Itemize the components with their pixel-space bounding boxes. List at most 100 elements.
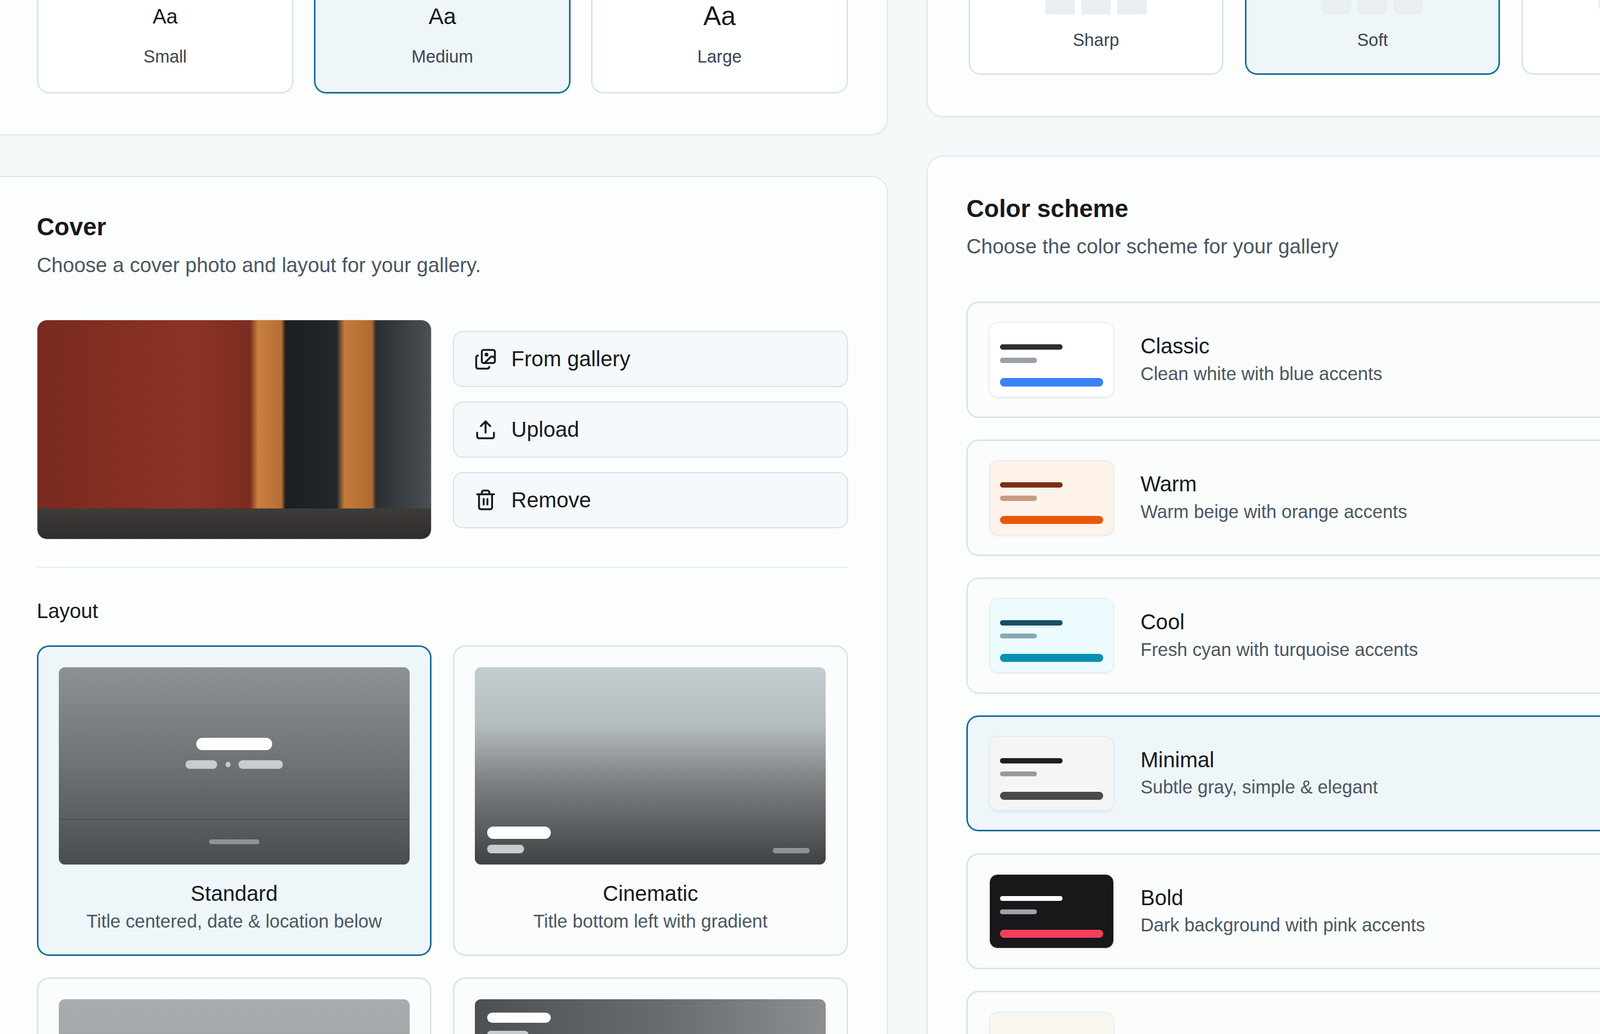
font-size-option[interactable]: Aa Medium: [313, 0, 571, 94]
scheme-description: Fresh cyan with turquoise accents: [1140, 637, 1419, 663]
scheme-name: Bold: [1140, 885, 1426, 912]
card-title: Cover: [36, 211, 849, 243]
layout-description: Title bottom left with gradient: [533, 909, 768, 935]
divider: [36, 566, 849, 568]
layout-title: Cinematic: [602, 880, 698, 908]
scheme-text: MinimalSubtle gray, simple & elegant: [1140, 747, 1379, 800]
swatch-accent-bar: [1000, 929, 1104, 938]
preview-meta-bar: [487, 844, 525, 853]
gallery-icon: [474, 348, 497, 371]
preview-meta-bar: [487, 1031, 528, 1034]
cover-action-button[interactable]: From gallery: [452, 331, 848, 388]
layout-option[interactable]: CinematicTitle bottom left with gradient: [452, 645, 848, 956]
font-size-option[interactable]: AaLarge: [590, 0, 848, 94]
layout-title: Standard: [190, 880, 279, 908]
scheme-name: Minimal: [1140, 747, 1379, 774]
swatch-text-line: [1000, 633, 1037, 640]
preview-date-bar: [185, 760, 218, 769]
scheme-swatch: [989, 460, 1114, 535]
color-scheme-card: Color scheme Choose the color scheme for …: [926, 155, 1600, 1034]
corner-style-option[interactable]: Sharp: [968, 0, 1224, 75]
scheme-swatch: [989, 322, 1114, 397]
preview-title-bar: [196, 737, 272, 751]
color-scheme-option[interactable]: WarmWarm beige with orange accents: [966, 439, 1600, 557]
cover-card: Cover Choose a cover photo and layout for…: [0, 175, 888, 1034]
scheme-swatch: [989, 736, 1114, 811]
scheme-description: Warm beige with orange accents: [1140, 500, 1408, 525]
color-scheme-list: ClassicClean white with blue accents Warm…: [966, 301, 1600, 1034]
option-label: Large: [697, 44, 742, 70]
scheme-description: Clean white with blue accents: [1140, 362, 1383, 387]
corner-preview-icon: [1321, 0, 1423, 15]
swatch-accent-bar: [1000, 654, 1104, 663]
layout-preview: [58, 667, 410, 865]
cover-photo: [36, 319, 432, 540]
font-sample: Aa: [428, 0, 456, 31]
card-title: Color scheme: [966, 193, 1600, 225]
layout-options: StandardTitle centered, date & location …: [36, 645, 849, 1034]
swatch-heading-line: [1000, 758, 1063, 764]
preview-footer-bar: [772, 848, 810, 854]
scheme-description: Dark background with pink accents: [1140, 913, 1426, 938]
swatch-text-line: [1000, 909, 1037, 915]
option-label: Sharp: [1072, 28, 1120, 53]
swatch-text-line: [1000, 357, 1037, 364]
card-subtitle: Choose a cover photo and layout for your…: [36, 250, 849, 280]
swatch-accent-bar: [1000, 378, 1104, 387]
button-label: From gallery: [511, 347, 631, 372]
layout-preview: [474, 999, 826, 1034]
upload-icon: [474, 418, 497, 442]
cover-action-button[interactable]: Upload: [452, 401, 848, 458]
preview-location-bar: [238, 760, 283, 769]
layout-option[interactable]: [452, 977, 848, 1034]
option-label: Small: [143, 44, 187, 70]
button-label: Remove: [511, 488, 591, 513]
font-size-options: Aa Small Aa Medium AaLarge: [36, 0, 849, 94]
card-subtitle: Choose the color scheme for your gallery: [966, 232, 1600, 261]
font-size-card: Aa Small Aa Medium AaLarge: [0, 0, 888, 136]
cover-action-button[interactable]: Remove: [452, 472, 848, 529]
color-scheme-option[interactable]: ClassicClean white with blue accents: [966, 301, 1600, 419]
scheme-swatch: [989, 598, 1114, 673]
scheme-name: Warm: [1140, 471, 1408, 498]
font-size-option[interactable]: Aa Small: [36, 0, 294, 94]
preview-title-bar: [487, 826, 551, 840]
cover-actions: From gallery Upload Remove: [452, 331, 848, 528]
swatch-heading-line: [1000, 620, 1063, 626]
swatch-text-line: [1000, 495, 1037, 502]
color-scheme-option[interactable]: BoldDark background with pink accents: [966, 853, 1600, 971]
corner-preview-icon: [1598, 0, 1600, 15]
swatch-heading-line: [1000, 896, 1063, 902]
layout-option[interactable]: StandardTitle centered, date & location …: [36, 645, 432, 956]
preview-dot: [225, 762, 232, 768]
scheme-text: BoldDark background with pink accents: [1140, 885, 1426, 938]
color-scheme-option[interactable]: MinimalSubtle gray, simple & elegant: [966, 715, 1600, 833]
preview-footer-bar: [209, 839, 260, 845]
scheme-text: CoolFresh cyan with turquoise accents: [1140, 609, 1419, 663]
section-label: Layout: [36, 596, 849, 626]
preview-title-bar: [487, 1012, 551, 1023]
layout-preview: [58, 999, 410, 1034]
swatch-accent-bar: [1000, 791, 1104, 800]
left-column: Aa Small Aa Medium AaLarge Cover Choose a cove…: [0, 0, 888, 1034]
layout-preview: [474, 667, 826, 865]
font-sample: Aa: [152, 0, 178, 31]
color-scheme-option[interactable]: [966, 990, 1600, 1034]
layout-description: Title centered, date & location below: [86, 909, 382, 935]
color-scheme-option[interactable]: CoolFresh cyan with turquoise accents: [966, 577, 1600, 695]
scheme-name: Classic: [1140, 333, 1383, 360]
scheme-name: Cool: [1140, 609, 1419, 636]
scheme-swatch: [989, 874, 1114, 949]
corner-style-options: Sharp Soft: [968, 0, 1600, 75]
corner-style-option[interactable]: [1521, 0, 1600, 75]
corner-style-card: Sharp Soft: [926, 0, 1600, 118]
gallery-settings-page: Aa Small Aa Medium AaLarge Cover Choose a cove…: [0, 0, 1600, 1034]
swatch-text-line: [1000, 771, 1037, 778]
button-label: Upload: [511, 417, 580, 442]
trash-icon: [474, 488, 497, 512]
layout-option[interactable]: [36, 977, 432, 1034]
scheme-swatch: [989, 1012, 1114, 1034]
option-label: Soft: [1357, 28, 1389, 53]
corner-style-option[interactable]: Soft: [1244, 0, 1500, 75]
option-label: Medium: [411, 44, 473, 70]
